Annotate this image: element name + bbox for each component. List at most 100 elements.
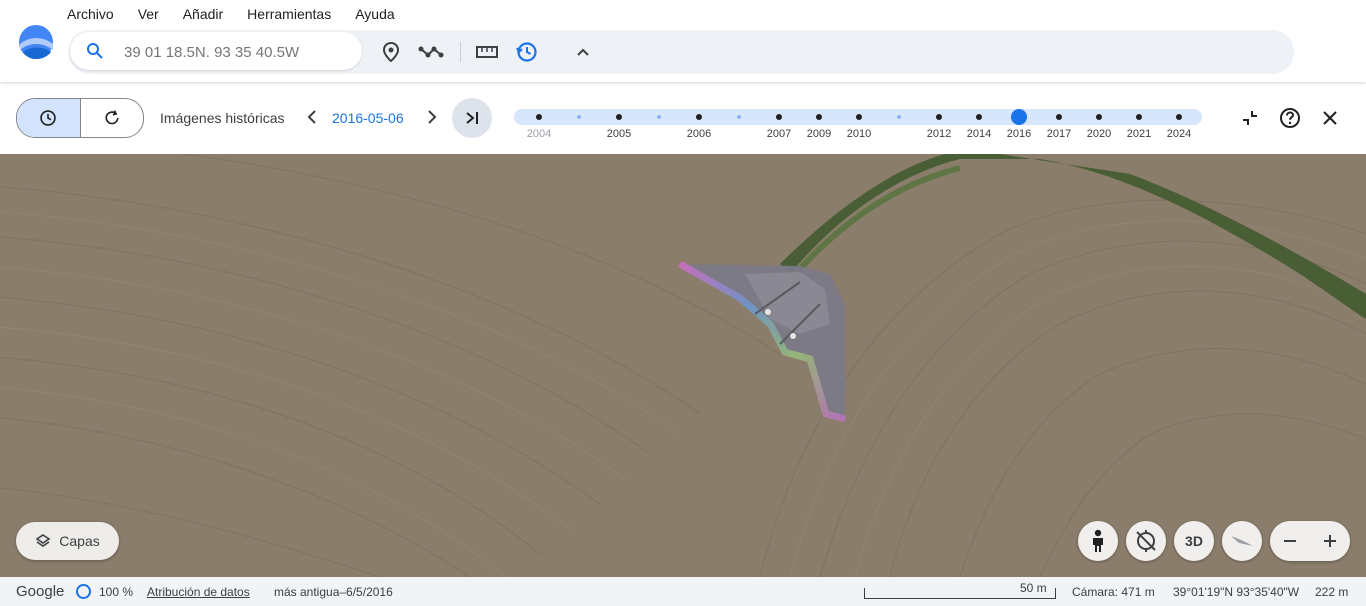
menu-ver[interactable]: Ver (138, 6, 159, 22)
timeline-dot[interactable] (1176, 114, 1182, 120)
chevron-up-icon (577, 48, 589, 56)
data-attribution-link[interactable]: Atribución de datos (147, 585, 250, 599)
timeline-dot[interactable] (1056, 114, 1062, 120)
timeline-year-label: 2005 (606, 128, 632, 140)
history-date: 2016-05-06 (332, 110, 404, 126)
timeline-dot[interactable] (536, 114, 542, 120)
timeline-dot[interactable] (816, 114, 822, 120)
timeline-year-label: 2004 (526, 128, 552, 140)
google-earth-logo-icon[interactable] (17, 24, 55, 60)
timeline-year-label: 2006 (686, 128, 712, 140)
zoom-out-button[interactable] (1270, 521, 1310, 561)
timeline-dot[interactable] (1011, 109, 1027, 125)
timeline-dot[interactable] (897, 115, 901, 119)
timeline-dot[interactable] (577, 115, 581, 119)
layers-label: Capas (59, 533, 100, 549)
timeline-dot[interactable] (616, 114, 622, 120)
skip-to-end-icon (466, 112, 478, 124)
timeline-dot[interactable] (1136, 114, 1142, 120)
imagery-timeline[interactable] (514, 109, 1202, 125)
search-input[interactable] (122, 40, 346, 64)
search-icon[interactable] (86, 42, 104, 60)
timeline-year-label: 2021 (1126, 128, 1152, 140)
satellite-imagery (0, 154, 1366, 577)
timeline-dot[interactable] (776, 114, 782, 120)
toggle-3d-button[interactable]: 3D (1174, 521, 1214, 561)
history-mode-toggle (16, 98, 144, 138)
refresh-button[interactable] (81, 99, 144, 137)
timeline-dot[interactable] (737, 115, 741, 119)
placemark-icon (382, 42, 400, 62)
help-button[interactable] (1278, 106, 1302, 130)
compass-icon (1231, 536, 1253, 546)
street-view-button[interactable] (1078, 521, 1118, 561)
timeline-year-label: 2024 (1166, 128, 1192, 140)
plus-icon (1324, 535, 1336, 547)
refresh-icon (105, 110, 119, 125)
pegman-icon (1093, 529, 1103, 552)
timeline-year-label: 2007 (766, 128, 792, 140)
reset-rotation-button[interactable] (1126, 521, 1166, 561)
chevron-left-icon[interactable] (303, 107, 321, 127)
layers-button[interactable]: Capas (16, 522, 119, 560)
status-bar: Google 100 % Atribución de datos más ant… (0, 577, 1366, 606)
timeline-year-label: 2014 (966, 128, 992, 140)
toolbar-separator (460, 42, 461, 62)
timeline-dot[interactable] (936, 114, 942, 120)
scale-bar (864, 588, 1056, 599)
menu-archivo[interactable]: Archivo (67, 6, 114, 22)
oldest-imagery-date: más antigua–6/5/2016 (274, 585, 393, 599)
cursor-coordinates: 39°01'19"N 93°35'40"W (1173, 585, 1300, 599)
close-history-button[interactable] (1318, 106, 1342, 130)
help-icon (1280, 108, 1300, 128)
rotate-off-icon (1136, 530, 1156, 552)
zoom-percent: 100 % (99, 585, 134, 599)
camera-altitude: Cámara: 471 m (1072, 585, 1155, 599)
timeline-year-label: 2017 (1046, 128, 1072, 140)
path-icon (418, 46, 444, 58)
compass-button[interactable] (1222, 521, 1262, 561)
satellite-map-view[interactable] (0, 154, 1366, 577)
zoom-controls (1270, 521, 1350, 561)
timeline-dot[interactable] (976, 114, 982, 120)
menu-anadir[interactable]: Añadir (183, 6, 223, 22)
menu-bar: Archivo Ver Añadir Herramientas Ayuda (67, 6, 419, 22)
jump-to-latest-button[interactable] (452, 98, 492, 138)
timeline-year-label: 2009 (806, 128, 832, 140)
close-icon (1323, 111, 1337, 125)
loading-indicator-icon (76, 584, 91, 599)
history-button[interactable] (514, 39, 540, 65)
minus-icon (1284, 540, 1296, 542)
search-box (70, 32, 362, 70)
timeline-dot[interactable] (856, 114, 862, 120)
path-button[interactable] (418, 39, 444, 65)
history-icon (516, 42, 537, 62)
collapse-history-button[interactable] (1238, 106, 1262, 130)
zoom-in-button[interactable] (1310, 521, 1350, 561)
3d-label: 3D (1185, 533, 1203, 549)
timeline-dot[interactable] (696, 114, 702, 120)
timeline-dot[interactable] (1096, 114, 1102, 120)
timeline-dot[interactable] (657, 115, 661, 119)
minimize-icon (1243, 111, 1257, 125)
chevron-right-icon[interactable] (423, 107, 441, 127)
collapse-toolbar-button[interactable] (570, 39, 596, 65)
history-label: Imágenes históricas (160, 110, 285, 126)
timeline-year-label: 2012 (926, 128, 952, 140)
ruler-button[interactable] (474, 39, 500, 65)
layers-icon (35, 534, 51, 547)
timeline-year-label: 2016 (1006, 128, 1032, 140)
historical-imagery-bar: Imágenes históricas 2016-05-06 2004 2005 2… (0, 82, 1366, 154)
menu-ayuda[interactable]: Ayuda (355, 6, 394, 22)
timeline-year-label: 2020 (1086, 128, 1112, 140)
top-bar: Archivo Ver Añadir Herramientas Ayuda (0, 0, 1366, 82)
elevation: 222 m (1315, 585, 1349, 599)
timeline-year-label: 2010 (846, 128, 872, 140)
ruler-icon (476, 46, 498, 58)
google-brand: Google (16, 583, 65, 600)
history-mode-button[interactable] (17, 99, 81, 137)
placemark-button[interactable] (378, 39, 404, 65)
history-icon (40, 110, 57, 126)
toolbar (68, 30, 1294, 74)
menu-herramientas[interactable]: Herramientas (247, 6, 331, 22)
